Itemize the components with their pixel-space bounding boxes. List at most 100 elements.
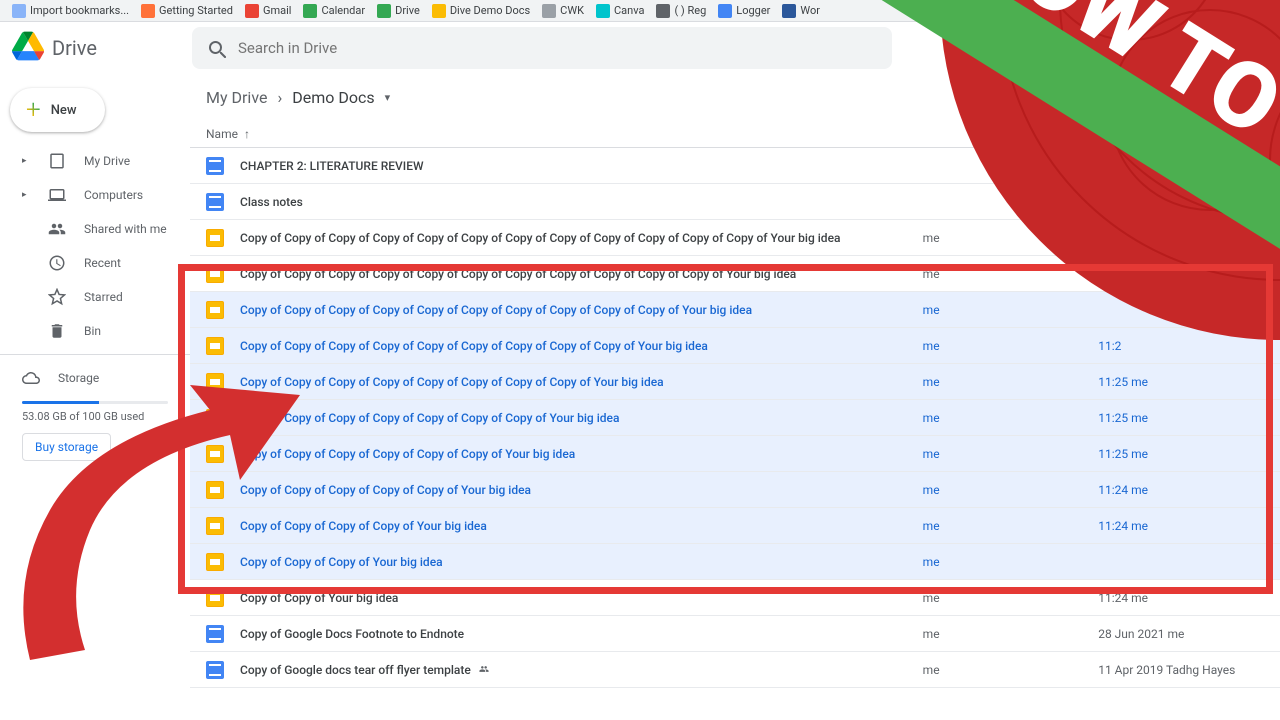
file-modified: 11:25 me <box>1098 375 1264 389</box>
file-modified: 11:2 <box>1098 339 1264 353</box>
file-name: Copy of Copy of Copy of Copy of Copy of … <box>240 411 923 425</box>
sidebar-storage[interactable]: Storage <box>0 361 190 395</box>
breadcrumb-parent[interactable]: My Drive <box>206 88 267 107</box>
file-name: Copy of Copy of Copy of Copy of Copy of … <box>240 447 923 461</box>
file-modified: 28 Jun 2021 me <box>1098 627 1264 641</box>
search-input[interactable] <box>238 39 878 57</box>
new-button[interactable]: + New <box>10 88 105 132</box>
file-name: Copy of Copy of Copy of Copy of Copy of … <box>240 483 923 497</box>
file-row[interactable]: Copy of Google docs tear off flyer templ… <box>190 652 1280 688</box>
file-name: Copy of Copy of Copy of Copy of Copy of … <box>240 303 923 317</box>
bookmark-favicon <box>245 4 259 18</box>
bookmark-item[interactable]: ( ) Reg <box>650 4 712 18</box>
file-name: Copy of Copy of Copy of Copy of Copy of … <box>240 375 923 389</box>
file-owner: me <box>923 627 1099 641</box>
bookmark-item[interactable]: Import bookmarks... <box>6 4 135 18</box>
file-row[interactable]: Copy of Copy of Copy of Copy of Copy of … <box>190 220 1280 256</box>
storage-bar <box>22 401 168 404</box>
file-name: Copy of Copy of Copy of Your big idea <box>240 555 923 569</box>
file-owner: me <box>923 303 1099 317</box>
chevron-down-icon[interactable]: ▾ <box>385 91 391 104</box>
bookmark-item[interactable]: Drive <box>371 4 426 18</box>
new-label: New <box>51 103 77 118</box>
file-name: Copy of Google Docs Footnote to Endnote <box>240 627 923 641</box>
buy-storage-button[interactable]: Buy storage <box>22 433 111 461</box>
bookmark-item[interactable]: Getting Started <box>135 4 239 18</box>
file-row[interactable]: Copy of Copy of Copy of Copy of Copy of … <box>190 364 1280 400</box>
bookmark-item[interactable]: CWK <box>536 4 590 18</box>
slides-icon <box>206 229 224 247</box>
file-owner: me <box>923 411 1099 425</box>
plus-icon: + <box>26 95 41 125</box>
list-header: Name ↑ Owner Last modified <box>190 120 1280 148</box>
sidebar-divider <box>0 354 190 355</box>
docs-icon <box>206 625 224 643</box>
sidebar-item-star[interactable]: Starred <box>0 280 190 314</box>
file-row[interactable]: Copy of Copy of Copy of Copy of Copy of … <box>190 400 1280 436</box>
file-owner: me <box>923 591 1099 605</box>
breadcrumb-current[interactable]: Demo Docs <box>292 88 374 107</box>
file-owner: me <box>923 447 1099 461</box>
file-owner: me <box>923 555 1099 569</box>
disclosure-icon: ▸ <box>22 156 30 166</box>
file-row[interactable]: Copy of Copy of Copy of Copy of Copy of … <box>190 436 1280 472</box>
file-row[interactable]: Copy of Copy of Copy of Copy of Copy of … <box>190 256 1280 292</box>
bookmark-favicon <box>656 4 670 18</box>
sidebar-item-drive[interactable]: ▸My Drive <box>0 144 190 178</box>
docs-icon <box>206 157 224 175</box>
bookmark-item[interactable]: Dive Demo Docs <box>426 4 536 18</box>
docs-icon <box>206 661 224 679</box>
cloud-icon <box>22 369 40 387</box>
file-row[interactable]: Class notes <box>190 184 1280 220</box>
bookmark-item[interactable]: Canva <box>590 4 650 18</box>
sidebar-item-recent[interactable]: Recent <box>0 246 190 280</box>
slides-icon <box>206 373 224 391</box>
file-modified: 11:24 me <box>1098 483 1264 497</box>
bin-icon <box>48 322 66 340</box>
file-owner: me <box>923 519 1099 533</box>
slides-icon <box>206 337 224 355</box>
bookmark-favicon <box>718 4 732 18</box>
file-row[interactable]: CHAPTER 2: LITERATURE REVIEW <box>190 148 1280 184</box>
file-row[interactable]: Copy of Copy of Copy of Your big idea me <box>190 544 1280 580</box>
file-row[interactable]: Copy of Copy of Copy of Copy of Your big… <box>190 508 1280 544</box>
disclosure-icon: ▸ <box>22 190 30 200</box>
file-list: CHAPTER 2: LITERATURE REVIEW Class notes… <box>190 148 1280 688</box>
computers-icon <box>48 186 66 204</box>
sidebar-item-computers[interactable]: ▸Computers <box>0 178 190 212</box>
file-row[interactable]: Copy of Google Docs Footnote to Endnote … <box>190 616 1280 652</box>
bookmark-item[interactable]: Wor <box>776 4 826 18</box>
bookmarks-bar: Import bookmarks...Getting StartedGmailC… <box>0 0 1280 22</box>
file-owner: me <box>923 375 1099 389</box>
bookmark-item[interactable]: Logger <box>712 4 776 18</box>
storage-label: Storage <box>58 371 99 385</box>
file-row[interactable]: Copy of Copy of Copy of Copy of Copy of … <box>190 472 1280 508</box>
bookmark-item[interactable]: Gmail <box>239 4 297 18</box>
column-name[interactable]: Name ↑ <box>206 127 926 141</box>
drive-logo[interactable]: Drive <box>12 30 182 66</box>
file-name: Copy of Copy of Your big idea <box>240 591 923 605</box>
slides-icon <box>206 265 224 283</box>
bookmark-item[interactable]: Calendar <box>297 4 371 18</box>
file-row[interactable]: Copy of Copy of Copy of Copy of Copy of … <box>190 292 1280 328</box>
file-modified: 11 Apr 2019 Tadhg Hayes <box>1098 663 1264 677</box>
docs-icon <box>206 193 224 211</box>
file-row[interactable]: Copy of Copy of Copy of Copy of Copy of … <box>190 328 1280 364</box>
app-name: Drive <box>52 36 97 60</box>
bookmark-favicon <box>303 4 317 18</box>
search-icon <box>206 38 226 58</box>
file-owner: me <box>923 663 1099 677</box>
bookmark-favicon <box>596 4 610 18</box>
file-name: Copy of Copy of Copy of Copy of Your big… <box>240 519 923 533</box>
sidebar-item-shared[interactable]: Shared with me <box>0 212 190 246</box>
sidebar: + New ▸My Drive▸ComputersShared with meR… <box>0 74 190 720</box>
file-row[interactable]: Copy of Copy of Your big idea me 11:24 m… <box>190 580 1280 616</box>
content: My Drive › Demo Docs ▾ Name ↑ Owner Last… <box>190 74 1280 720</box>
file-name: Class notes <box>240 195 923 209</box>
search-bar[interactable] <box>192 27 892 69</box>
slides-icon <box>206 553 224 571</box>
file-modified: 11:24 me <box>1098 591 1264 605</box>
bookmark-favicon <box>782 4 796 18</box>
sidebar-item-bin[interactable]: Bin <box>0 314 190 348</box>
slides-icon <box>206 409 224 427</box>
